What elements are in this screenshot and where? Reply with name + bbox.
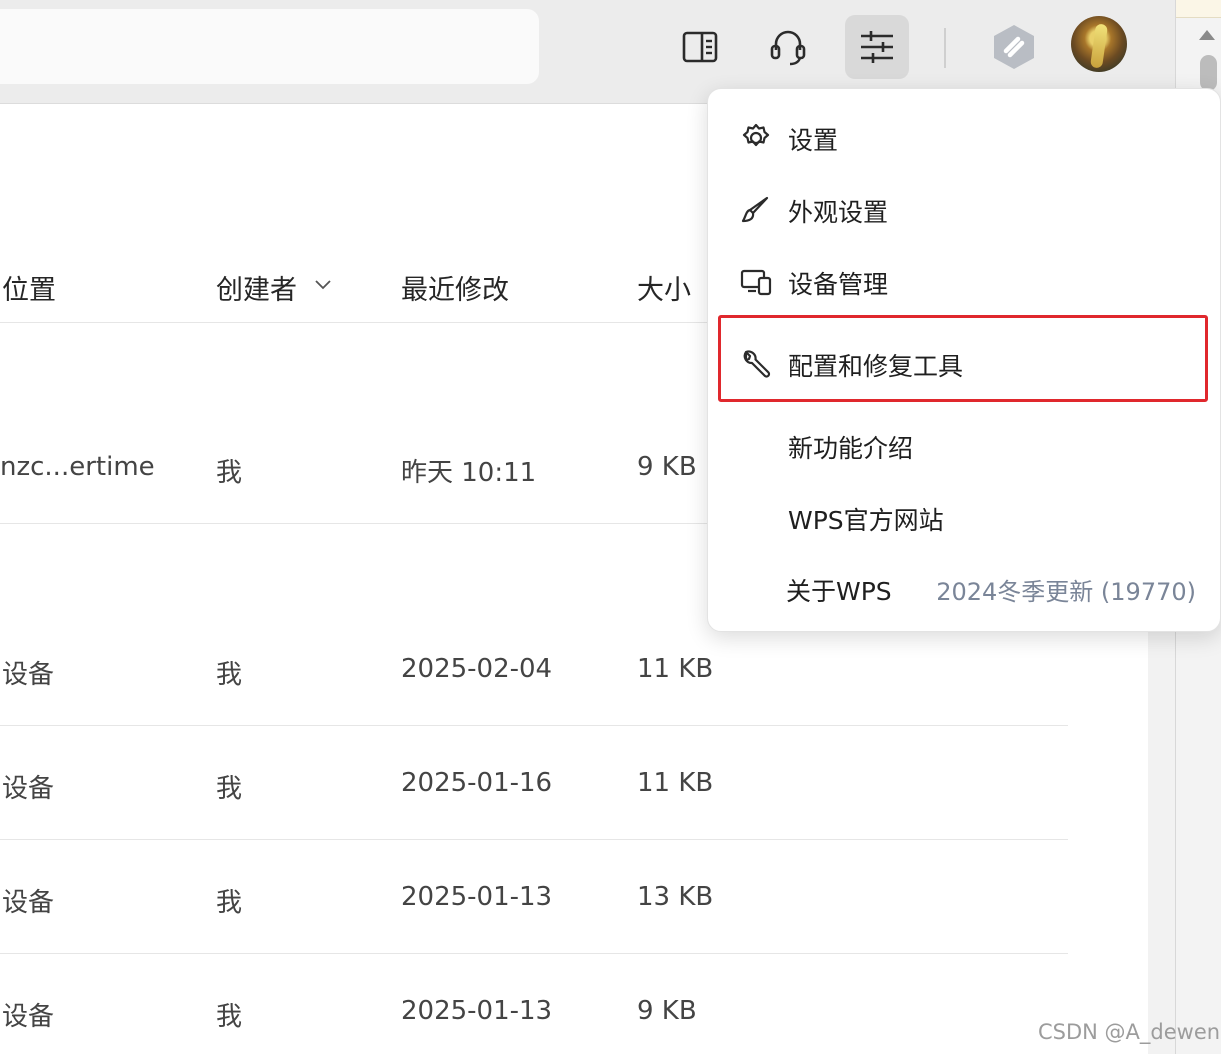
menu-item-official-site[interactable]: WPS官方网站 [708,487,1220,547]
row-divider [0,725,1068,726]
cell-location[interactable]: 设备 [2,768,54,805]
menu-item-label: 设置 [788,126,839,155]
menu-item-label: 新功能介绍 [788,434,914,463]
toolbar-divider [944,28,946,68]
cell-location[interactable]: nzc...ertime [0,452,155,482]
row-divider [0,839,1068,840]
menu-item-whats-new[interactable]: 新功能介绍 [708,415,1220,475]
watermark: CSDN @A_dewen [1038,1020,1221,1044]
brush-icon [741,196,769,223]
cell-size: 11 KB [637,654,714,684]
cell-modified: 2025-01-13 [401,996,553,1026]
cell-size: 13 KB [637,882,714,912]
sidebar-panel-icon[interactable] [668,15,732,79]
column-header-modified[interactable]: 最近修改 [401,268,509,307]
cell-location[interactable]: 设备 [2,882,54,919]
menu-item-appearance[interactable]: 外观设置 [708,179,1220,239]
menu-item-device-management[interactable]: 设备管理 [708,251,1220,311]
menu-item-label: 外观设置 [788,198,889,227]
menu-item-settings[interactable]: 设置 [708,107,1220,167]
cell-creator: 我 [216,660,243,690]
column-header-size[interactable]: 大小 [637,268,691,307]
cell-modified: 2025-02-04 [401,654,553,684]
cell-modified: 昨天 10:11 [401,458,537,488]
cell-location[interactable]: 设备 [2,654,54,691]
column-header-creator[interactable]: 创建者 [216,268,297,307]
app-logo-icon[interactable] [982,15,1046,79]
scrollbar-thumb[interactable] [1200,55,1217,91]
menu-item-label: 关于WPS [786,577,892,606]
cell-modified: 2025-01-13 [401,882,553,912]
menu-item-label: WPS官方网站 [788,506,944,535]
column-header-location[interactable]: 位置 [2,268,56,307]
highlight-box [718,315,1208,402]
menu-item-about[interactable]: 关于WPS 2024冬季更新 (19770) [708,558,1220,618]
cell-creator: 我 [216,888,243,918]
cell-size: 11 KB [637,768,714,798]
cell-creator: 我 [216,1002,243,1032]
row-divider [0,523,707,524]
gear-icon [742,123,770,147]
header-divider [0,322,707,323]
cell-creator: 我 [216,774,243,804]
chevron-down-icon[interactable] [313,278,333,292]
devices-icon [740,269,772,296]
search-input[interactable] [0,9,539,84]
cell-size: 9 KB [637,452,697,482]
version-text: 2024冬季更新 (19770) [936,578,1196,606]
cell-creator: 我 [216,458,243,488]
settings-sliders-icon[interactable] [845,15,909,79]
scroll-up-icon[interactable] [1197,28,1217,42]
avatar[interactable] [1071,16,1127,72]
cell-location[interactable]: 设备 [2,996,54,1033]
headset-icon[interactable] [756,15,820,79]
cell-size: 9 KB [637,996,697,1026]
row-divider [0,953,1068,954]
cell-modified: 2025-01-16 [401,768,553,798]
menu-item-label: 设备管理 [788,270,889,299]
